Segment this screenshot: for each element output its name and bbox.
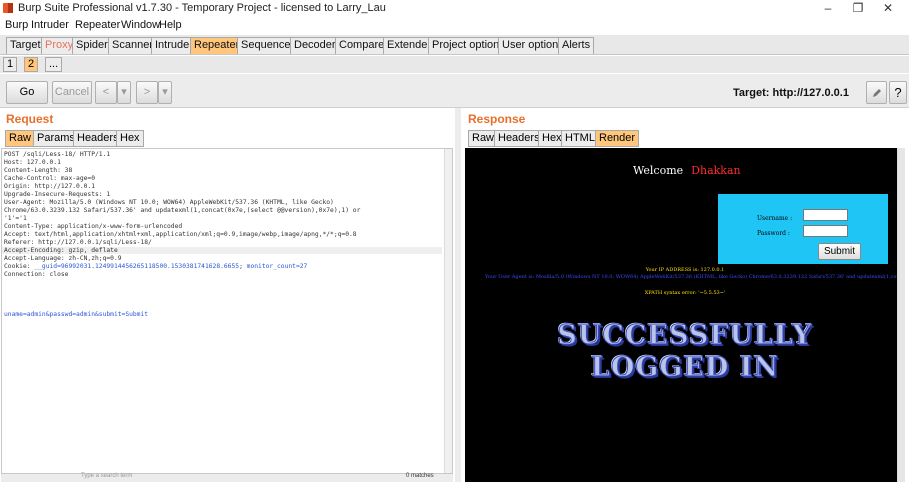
forward-button[interactable]: > (136, 81, 158, 104)
response-render-view: Welcome Dhakkan Username : Password : Sub… (465, 148, 905, 482)
username-field[interactable] (803, 209, 848, 221)
xpath-error-line: XPATH syntax error: '~5.5.53~' (644, 290, 726, 296)
request-line: User-Agent: Mozilla/5.0 (Windows NT 10.0… (4, 199, 334, 206)
main-tab-bar: Target Proxy Spider Scanner Intruder Rep… (0, 35, 909, 55)
welcome-message: Welcome Dhakkan (633, 164, 741, 177)
request-body: uname=admin&passwd=admin&submit=Submit (4, 311, 149, 318)
request-line: Chrome/63.0.3239.132 Safari/537.36' and … (4, 207, 361, 214)
ip-address-line: Your IP ADDRESS is: 127.0.0.1 (645, 267, 725, 273)
request-editor[interactable]: POST /sqli/Less-18/ HTTP/1.1 Host: 127.0… (1, 148, 453, 474)
username-label: Username : (757, 215, 793, 222)
request-line: Content-Type: application/x-www-form-url… (4, 223, 183, 230)
cookie-prefix: Cookie: (4, 263, 35, 270)
repeater-sub-tab-bar: 1 2 ... (0, 56, 909, 73)
forward-history-chevron-icon[interactable]: ▾ (158, 81, 172, 104)
success-banner-line2: LOGGED IN (590, 352, 780, 384)
submit-button[interactable]: Submit (818, 243, 861, 260)
request-line: Upgrade-Insecure-Requests: 1 (4, 191, 111, 198)
request-scrollbar[interactable] (444, 149, 452, 473)
menu-window[interactable]: Window (121, 19, 160, 31)
cookie-separator: ; (239, 263, 247, 270)
search-match-count: 0 matches (406, 473, 434, 479)
response-tab-render[interactable]: Render (595, 130, 640, 147)
go-button[interactable]: Go (6, 81, 48, 104)
request-line: POST /sqli/Less-18/ HTTP/1.1 (4, 151, 111, 158)
help-button[interactable]: ? (889, 81, 907, 104)
cookie-monitor: monitor_count=27 (246, 263, 308, 270)
tab-alerts[interactable]: Alerts (558, 37, 595, 54)
menu-bar: Burp Intruder Repeater Window Help (0, 17, 909, 34)
request-line: '1'='1 (4, 215, 27, 222)
tab-project-options[interactable]: Project options (428, 37, 509, 54)
sub-tab-new[interactable]: ... (45, 57, 63, 72)
menu-burp[interactable]: Burp (5, 19, 28, 31)
request-line: Content-Length: 38 (4, 167, 73, 174)
back-history-chevron-icon[interactable]: ▾ (117, 81, 131, 104)
request-line: Referer: http://127.0.0.1/sqli/Less-18/ (4, 239, 152, 246)
user-agent-line: Your User Agent is: Mozilla/5.0 (Windows… (485, 274, 905, 280)
success-banner-line1: SUCCESSFULLY (557, 320, 813, 352)
request-search-bar: Type a search term 0 matches (1, 473, 453, 482)
request-line-selected: Accept-Encoding: gzip, deflate (2, 247, 442, 254)
request-line: Host: 127.0.0.1 (4, 159, 61, 166)
request-heading: Request (6, 112, 54, 126)
tab-spider[interactable]: Spider (72, 37, 112, 54)
window-title: Burp Suite Professional v1.7.30 - Tempor… (18, 2, 386, 14)
login-form: Username : Password : Submit (718, 194, 888, 264)
menu-intruder[interactable]: Intruder (31, 19, 69, 31)
minimize-button[interactable]: – (813, 0, 843, 17)
welcome-text: Welcome (633, 164, 684, 177)
sub-tab-1[interactable]: 1 (3, 57, 18, 72)
cancel-button[interactable]: Cancel (52, 81, 92, 104)
restore-button[interactable]: ❐ (843, 0, 873, 17)
split-pane-divider[interactable] (455, 108, 461, 482)
title-bar: Burp Suite Professional v1.7.30 - Tempor… (0, 0, 909, 17)
menu-repeater[interactable]: Repeater (75, 19, 120, 31)
request-line: Origin: http://127.0.0.1 (4, 183, 95, 190)
cookie-guid: __guid=96992031.1249914456265118500.1530… (34, 263, 240, 270)
request-line: Cache-Control: max-age=0 (4, 175, 95, 182)
repeater-toolbar: Go Cancel < ▾ > ▾ Target: http://127.0.0… (0, 74, 909, 108)
tab-scanner[interactable]: Scanner (108, 37, 157, 54)
back-button[interactable]: < (95, 81, 117, 104)
request-line: Accept-Language: zh-CN,zh;q=0.9 (4, 255, 122, 262)
tab-target[interactable]: Target (6, 37, 45, 54)
tab-repeater[interactable]: Repeater (190, 37, 244, 54)
tab-decoder[interactable]: Decoder (290, 37, 340, 54)
sub-tab-2[interactable]: 2 (24, 57, 39, 72)
edit-target-button[interactable] (866, 81, 887, 104)
request-tab-hex[interactable]: Hex (116, 130, 144, 147)
password-label: Password : (757, 230, 790, 237)
burp-logo-icon (3, 3, 13, 13)
request-cookie-line: Cookie: __guid=96992031.1249914456265118… (4, 263, 307, 270)
request-line: Connection: close (4, 271, 69, 278)
response-tab-html[interactable]: HTML (561, 130, 599, 147)
request-line: Accept: text/html,application/xhtml+xml,… (4, 231, 357, 238)
close-button[interactable]: ✕ (873, 0, 903, 17)
response-tab-headers[interactable]: Headers (494, 130, 544, 147)
menu-help[interactable]: Help (159, 19, 182, 31)
request-tab-raw[interactable]: Raw (5, 130, 36, 147)
target-label: Target: http://127.0.0.1 (733, 87, 849, 99)
search-input[interactable]: Type a search term (81, 473, 132, 479)
password-field[interactable] (803, 225, 848, 237)
pencil-icon (872, 89, 881, 97)
response-scrollbar[interactable] (897, 148, 905, 482)
response-heading: Response (468, 112, 526, 126)
welcome-name: Dhakkan (691, 164, 741, 177)
